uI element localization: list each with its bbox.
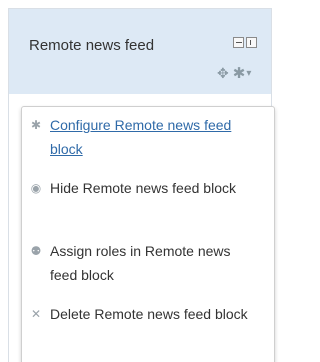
menu-item-label[interactable]: Assign roles in Remote news feed block bbox=[50, 239, 260, 287]
menu-item-assign-roles[interactable]: ⚉ Assign roles in Remote news feed block bbox=[22, 237, 274, 301]
eye-icon: ◉ bbox=[30, 181, 42, 195]
dock-icon[interactable] bbox=[246, 37, 257, 48]
block-actions: ✥ ✱ ▾ bbox=[217, 64, 251, 83]
move-icon[interactable]: ✥ bbox=[217, 65, 229, 82]
remote-news-feed-block: Remote news feed ✥ ✱ ▾ ✱ Configure Remot… bbox=[8, 8, 275, 362]
block-controls bbox=[233, 37, 257, 51]
actions-menu: ✱ Configure Remote news feed block ◉ Hid… bbox=[21, 106, 275, 362]
menu-item-label[interactable]: Hide Remote news feed block bbox=[50, 176, 260, 200]
menu-item-hide[interactable]: ◉ Hide Remote news feed block bbox=[22, 174, 274, 238]
gear-icon[interactable]: ✱ bbox=[233, 64, 246, 82]
delete-icon: ✕ bbox=[30, 307, 42, 321]
assign-roles-icon: ⚉ bbox=[30, 244, 42, 258]
block-header: Remote news feed ✥ ✱ ▾ bbox=[9, 9, 271, 94]
menu-item-delete[interactable]: ✕ Delete Remote news feed block bbox=[22, 300, 274, 362]
page: Remote news feed ✥ ✱ ▾ ✱ Configure Remot… bbox=[0, 0, 280, 362]
menu-item-label[interactable]: Configure Remote news feed block bbox=[50, 113, 260, 161]
block-title: Remote news feed bbox=[29, 37, 155, 54]
gear-icon: ✱ bbox=[30, 118, 42, 132]
chevron-down-icon[interactable]: ▾ bbox=[246, 68, 251, 79]
menu-item-label[interactable]: Delete Remote news feed block bbox=[50, 302, 260, 326]
collapse-icon[interactable] bbox=[233, 37, 244, 48]
menu-item-configure[interactable]: ✱ Configure Remote news feed block bbox=[22, 111, 274, 175]
